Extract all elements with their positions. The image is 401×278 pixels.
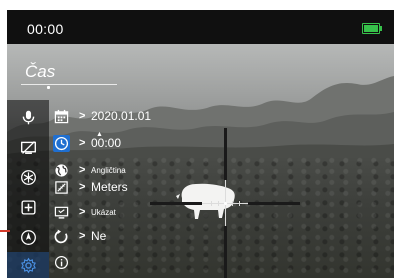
status-bar: 00:00 — [7, 10, 394, 44]
page-title: Čas — [25, 62, 56, 81]
date-value: 2020.01.01 — [91, 109, 152, 123]
language-value: Angličtina — [91, 166, 126, 175]
scroll-marker — [47, 86, 50, 89]
menu-row-date[interactable]: > 2020.01.01 — [49, 106, 159, 128]
display-mode-value: Ukázat — [91, 208, 116, 217]
menu-row-reset[interactable]: > Ne — [49, 226, 159, 248]
crosshair-reticle — [150, 128, 300, 278]
right-bezel — [394, 0, 401, 278]
menu-row-info[interactable] — [49, 252, 159, 274]
sidebar-item-add[interactable] — [7, 194, 49, 220]
clock-readout: 00:00 — [27, 21, 64, 37]
reset-icon — [53, 228, 70, 245]
page-header: Čas — [7, 54, 117, 85]
chevron-right-icon: > — [79, 181, 86, 193]
ruler-icon — [53, 179, 70, 196]
info-icon — [53, 254, 70, 271]
menu-row-display-mode[interactable]: > Ukázat — [49, 202, 159, 224]
sidebar-item-settings[interactable] — [7, 252, 49, 278]
gear-icon — [20, 257, 36, 273]
chevron-right-icon: > — [79, 206, 86, 218]
device-screen: 00:00 Čas > 2020.01.01 ▲ > 00:00 > Angli… — [0, 0, 401, 278]
sidebar-item-palette[interactable] — [7, 164, 49, 190]
calendar-icon — [53, 108, 70, 125]
settings-sidebar — [7, 86, 50, 278]
time-settings-menu: > 2020.01.01 ▲ > 00:00 > Angličtina > Me… — [49, 106, 159, 278]
snowflake-icon — [20, 169, 36, 185]
reset-value: Ne — [91, 229, 107, 243]
chevron-right-icon: > — [79, 230, 86, 242]
display-off-icon — [20, 140, 36, 154]
chevron-right-icon: > — [79, 110, 86, 122]
compass-icon — [20, 229, 36, 245]
sidebar-item-compass[interactable] — [7, 224, 49, 250]
left-bezel — [0, 0, 7, 278]
red-indicator-line — [0, 230, 10, 232]
menu-row-time[interactable]: ▲ > 00:00 — [49, 131, 159, 155]
sidebar-item-audio[interactable] — [7, 104, 49, 130]
battery-icon — [362, 23, 382, 34]
chevron-right-icon: > — [79, 137, 86, 149]
sidebar-item-display[interactable] — [7, 134, 49, 160]
units-value: Meters — [91, 180, 128, 194]
title-underline — [21, 84, 117, 85]
time-value: 00:00 — [91, 136, 122, 150]
clock-icon — [53, 135, 70, 152]
add-box-icon — [20, 199, 36, 215]
microphone-icon — [22, 110, 34, 124]
menu-row-units[interactable]: > Meters — [49, 177, 159, 199]
chevron-right-icon: > — [79, 164, 86, 176]
screen-icon — [53, 204, 70, 221]
